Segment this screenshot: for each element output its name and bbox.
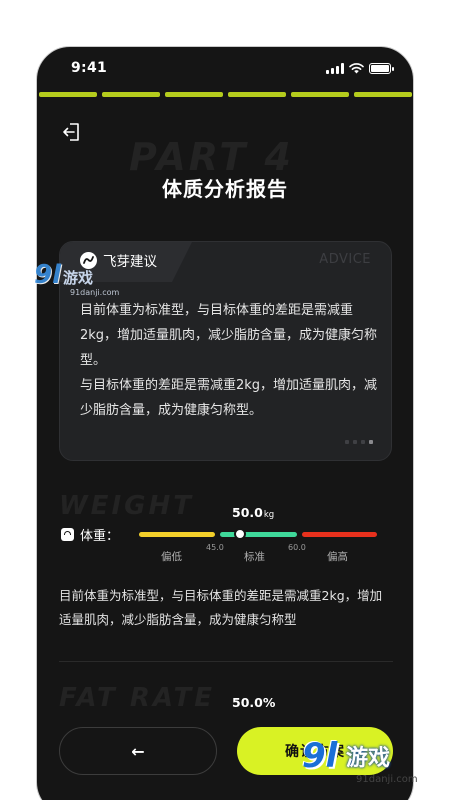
- page-title: 体质分析报告: [162, 177, 288, 201]
- fat-rate-bg-text: FAT RATE: [59, 683, 215, 713]
- advice-en-label: ADVICE: [319, 252, 371, 267]
- phone-frame: 9:41 PART 4 体质分析报告 飞芽建议 ADVICE 目前体重为标准型，…: [36, 46, 414, 800]
- progress-segment: [291, 92, 349, 97]
- step-progress: [39, 92, 413, 97]
- weight-label: 体重：: [61, 525, 119, 544]
- scale-label-high: 偏高: [327, 551, 348, 563]
- status-bar: 9:41: [37, 47, 413, 91]
- scale-label-low: 偏低: [161, 551, 182, 563]
- page-dot[interactable]: [361, 440, 365, 444]
- progress-segment: [165, 92, 223, 97]
- watermark-text: 游戏: [346, 746, 391, 771]
- advice-label: 飞芽建议: [103, 254, 157, 270]
- watermark-mark: 9l: [34, 260, 62, 290]
- status-time: 9:41: [71, 60, 108, 76]
- advice-text: 目前体重为标准型，与目标体重的差距是需减重2kg，增加适量肌肉，减少脂肪含量，成…: [80, 298, 378, 423]
- weight-indicator-knob: [234, 528, 247, 540]
- wifi-icon: [349, 63, 364, 74]
- battery-icon: [369, 63, 394, 74]
- page-dot[interactable]: [369, 440, 373, 444]
- advice-paragraph: 与目标体重的差距是需减重2kg，增加适量肌肉，减少脂肪含量，成为健康匀称型。: [80, 378, 378, 418]
- watermark-big: 9l 游戏 91danji.com: [302, 736, 442, 792]
- scale-icon: [61, 528, 74, 541]
- advice-card: 飞芽建议 ADVICE 目前体重为标准型，与目标体重的差距是需减重2kg，增加适…: [59, 241, 392, 461]
- fat-rate-value: 50.0%: [232, 695, 276, 710]
- page-dot[interactable]: [345, 440, 349, 444]
- status-icons: [326, 63, 394, 74]
- scale-segment-low: [139, 532, 215, 537]
- back-button[interactable]: ←: [59, 727, 217, 775]
- exit-arrow-icon[interactable]: [61, 121, 83, 143]
- weight-number: 50.0: [232, 505, 263, 520]
- watermark-mark: 9l: [302, 736, 338, 776]
- progress-segment: [102, 92, 160, 97]
- weight-label-text: 体重：: [80, 529, 120, 544]
- scale-threshold-high: 60.0: [288, 543, 306, 552]
- page-dot[interactable]: [353, 440, 357, 444]
- weight-unit: kg: [263, 510, 275, 520]
- watermark-text: 游戏: [63, 269, 94, 287]
- scale-label-normal: 标准: [244, 551, 265, 563]
- watermark-url: 91danji.com: [356, 774, 418, 785]
- weight-description: 目前体重为标准型，与目标体重的差距是需减重2kg，增加适量肌肉，减少脂肪含量，成…: [59, 588, 383, 627]
- weight-bg-text: WEIGHT: [59, 491, 194, 521]
- cellular-signal-icon: [326, 63, 344, 74]
- weight-value: 50.0kg: [232, 505, 274, 520]
- section-divider: [59, 661, 393, 662]
- watermark-small: 9l 游戏 91danji.com: [34, 260, 119, 297]
- progress-segment: [354, 92, 412, 97]
- advice-paragraph: 目前体重为标准型，与目标体重的差距是需减重2kg，增加适量肌肉，减少脂肪含量，成…: [80, 303, 378, 368]
- scale-segment-normal: [220, 532, 297, 537]
- progress-segment: [228, 92, 286, 97]
- watermark-url: 91danji.com: [70, 288, 120, 297]
- scale-threshold-low: 45.0: [206, 543, 224, 552]
- arrow-left-icon: ←: [131, 741, 145, 761]
- scale-segment-high: [302, 532, 377, 537]
- page-indicator: [345, 440, 373, 444]
- progress-segment: [39, 92, 97, 97]
